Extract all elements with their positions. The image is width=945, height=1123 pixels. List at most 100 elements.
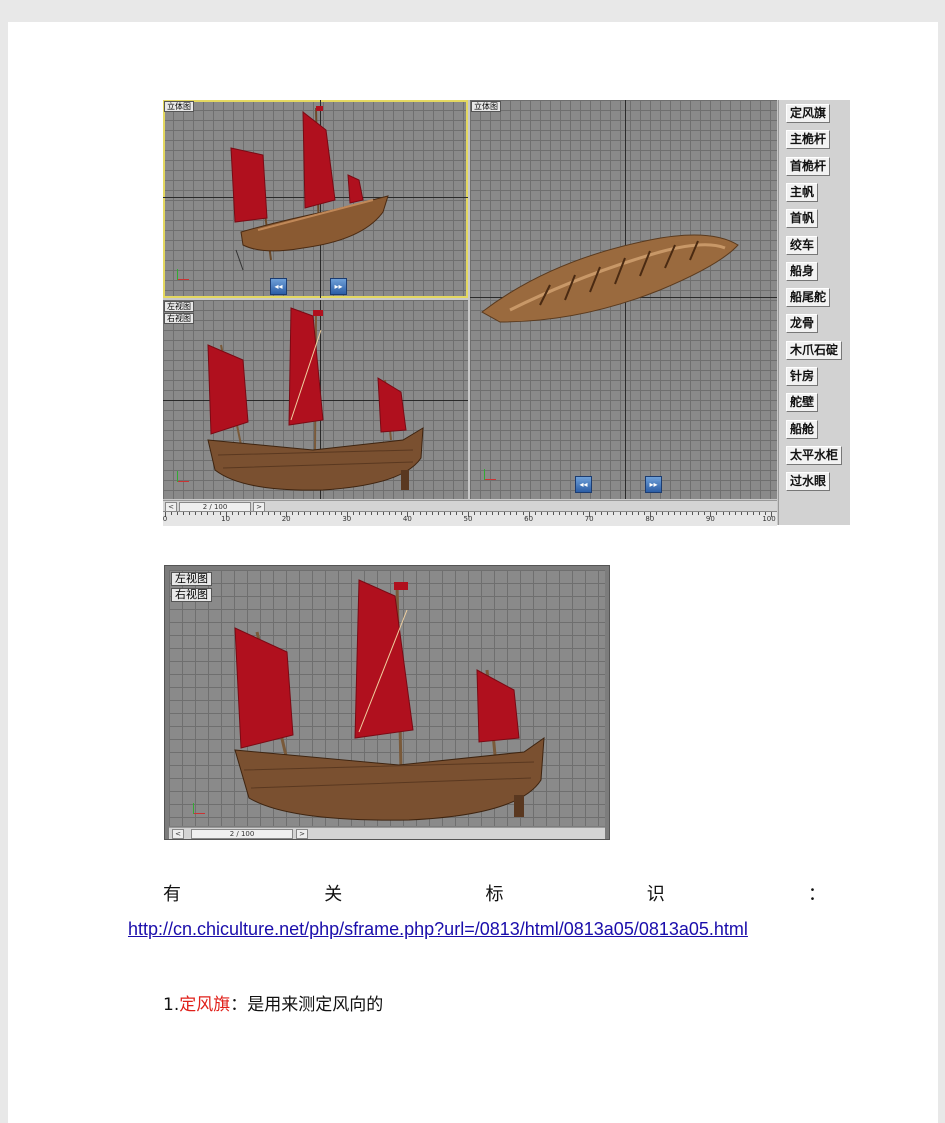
timeline-bar[interactable]: < 2 / 100 > [169, 827, 605, 839]
object-button[interactable]: 针房 [786, 367, 819, 386]
ship-side-view-figure: 左视图 右视图 < 2 / 100 > [164, 565, 610, 840]
ruler-tick [571, 512, 573, 515]
axis-gizmo [175, 470, 191, 484]
reference-link[interactable]: http://cn.chiculture.net/php/sframe.php?… [128, 919, 748, 940]
ruler-tick [449, 512, 451, 515]
ruler-tick [189, 512, 191, 515]
ruler-tick [625, 512, 627, 515]
object-button[interactable]: 船身 [786, 261, 819, 281]
viewport-label-left[interactable]: 左视图 [171, 572, 212, 586]
object-button[interactable]: 龙骨 [786, 314, 819, 334]
object-button[interactable]: 舵壁 [786, 393, 819, 413]
object-button[interactable]: 船舱 [786, 419, 819, 439]
ruler-tick [498, 512, 500, 515]
ruler-tick [564, 512, 566, 515]
ruler-tick [377, 512, 379, 515]
object-button[interactable]: 首桅杆 [786, 156, 831, 176]
ruler-tick-label: 40 [402, 515, 412, 523]
ruler-tick [552, 512, 554, 515]
ruler-tick [371, 512, 373, 515]
object-button[interactable]: 太平水柜 [786, 445, 843, 465]
object-button[interactable]: 定风旗 [786, 104, 831, 123]
ruler-tick [728, 512, 730, 515]
object-button[interactable]: 主桅杆 [786, 130, 831, 150]
viewport-label[interactable]: 立体图 [164, 101, 194, 112]
ruler-tick-label: 0 [162, 515, 168, 523]
ruler-tick [692, 512, 694, 515]
viewport-label-left[interactable]: 左视图 [164, 301, 194, 312]
object-button[interactable]: 主帆 [786, 182, 819, 202]
prev-frame-button-right[interactable]: ◂◂ [575, 476, 592, 493]
ruler-tick-label: 70 [584, 515, 594, 523]
ruler-tick-label: 30 [342, 515, 352, 523]
axis-gizmo [482, 468, 498, 482]
viewport-side-view[interactable]: 左视图 右视图 [163, 300, 468, 499]
ruler-tick [304, 512, 306, 515]
ruler-tick [746, 512, 748, 515]
ruler-tick [322, 512, 324, 515]
timeline-next-arrow[interactable]: > [296, 829, 308, 839]
list-item-1: 1.定风旗：是用来测定风向的 [163, 990, 383, 1015]
ruler-tick [389, 512, 391, 515]
hull-top-render [481, 234, 739, 323]
object-selection-panel: 定风旗主桅杆首桅杆主帆首帆绞车船身船尾舵龙骨木爪石碇针房舵壁船舱太平水柜过水眼 [778, 100, 850, 525]
viewport-perspective-large[interactable]: 立体图 ◂◂ ▸▸ [470, 100, 777, 499]
ruler-tick-label: 20 [281, 515, 291, 523]
ruler-tick [274, 512, 276, 515]
ruler-tick-label: 60 [524, 515, 534, 523]
ruler-tick [607, 512, 609, 515]
ruler-tick [249, 512, 251, 515]
ruler-tick [255, 512, 257, 515]
object-button[interactable]: 过水眼 [786, 472, 831, 492]
ship-perspective-render [230, 106, 389, 271]
ruler-tick-label: 100 [762, 515, 776, 523]
object-button[interactable]: 木爪石碇 [786, 340, 843, 360]
ruler-tick [261, 512, 263, 515]
ruler-tick [577, 512, 579, 515]
ruler-tick [292, 512, 294, 515]
ruler-tick [383, 512, 385, 515]
prev-frame-button[interactable]: ◂◂ [270, 278, 287, 295]
viewport-label[interactable]: 立体图 [471, 101, 501, 112]
viewport-side-view-large[interactable]: 左视图 右视图 [169, 570, 605, 826]
ship-model-editor-figure: 立体图 ◂◂ ▸▸ 左视图 右视图 立体图 ◂◂ ▸▸ < 2 / 100 > … [163, 100, 850, 526]
ruler-tick [328, 512, 330, 515]
ruler-tick [237, 512, 239, 515]
ruler-tick [655, 512, 657, 515]
ruler-tick [177, 512, 179, 515]
next-frame-button[interactable]: ▸▸ [330, 278, 347, 295]
ruler-tick [540, 512, 542, 515]
viewport-label-right[interactable]: 右视图 [164, 313, 194, 324]
item-term: 定风旗 [179, 995, 231, 1015]
ruler-tick [171, 512, 173, 515]
ruler-tick [358, 512, 360, 515]
ruler-tick [474, 512, 476, 515]
ruler-tick [183, 512, 185, 515]
ruler-tick [334, 512, 336, 515]
timeline-slider[interactable]: 2 / 100 [191, 829, 293, 839]
ruler-tick [595, 512, 597, 515]
ruler-tick [437, 512, 439, 515]
ruler-tick [310, 512, 312, 515]
object-button[interactable]: 绞车 [786, 235, 819, 255]
axis-gizmo [191, 802, 207, 816]
next-frame-button-right[interactable]: ▸▸ [645, 476, 662, 493]
viewport-perspective-top[interactable]: 立体图 ◂◂ ▸▸ [163, 100, 468, 298]
ruler-tick [698, 512, 700, 515]
ruler-tick [431, 512, 433, 515]
object-button[interactable]: 船尾舵 [786, 288, 831, 308]
viewport-label-right[interactable]: 右视图 [171, 588, 212, 602]
ruler-tick [395, 512, 397, 515]
frame-ruler[interactable]: 0 10 20 30 40 50 60 70 80 90 100 [163, 511, 777, 526]
timeline-prev-arrow[interactable]: < [172, 829, 184, 839]
ruler-tick [734, 512, 736, 515]
ruler-tick [674, 512, 676, 515]
ruler-tick [316, 512, 318, 515]
ruler-tick [722, 512, 724, 515]
ruler-tick-label: 80 [645, 515, 655, 523]
heading-char: 关 [324, 884, 343, 905]
related-labels-heading: 有 关 标 识 ： [163, 880, 826, 906]
object-button[interactable]: 首帆 [786, 209, 819, 229]
ruler-tick [534, 512, 536, 515]
ruler-tick [758, 512, 760, 515]
